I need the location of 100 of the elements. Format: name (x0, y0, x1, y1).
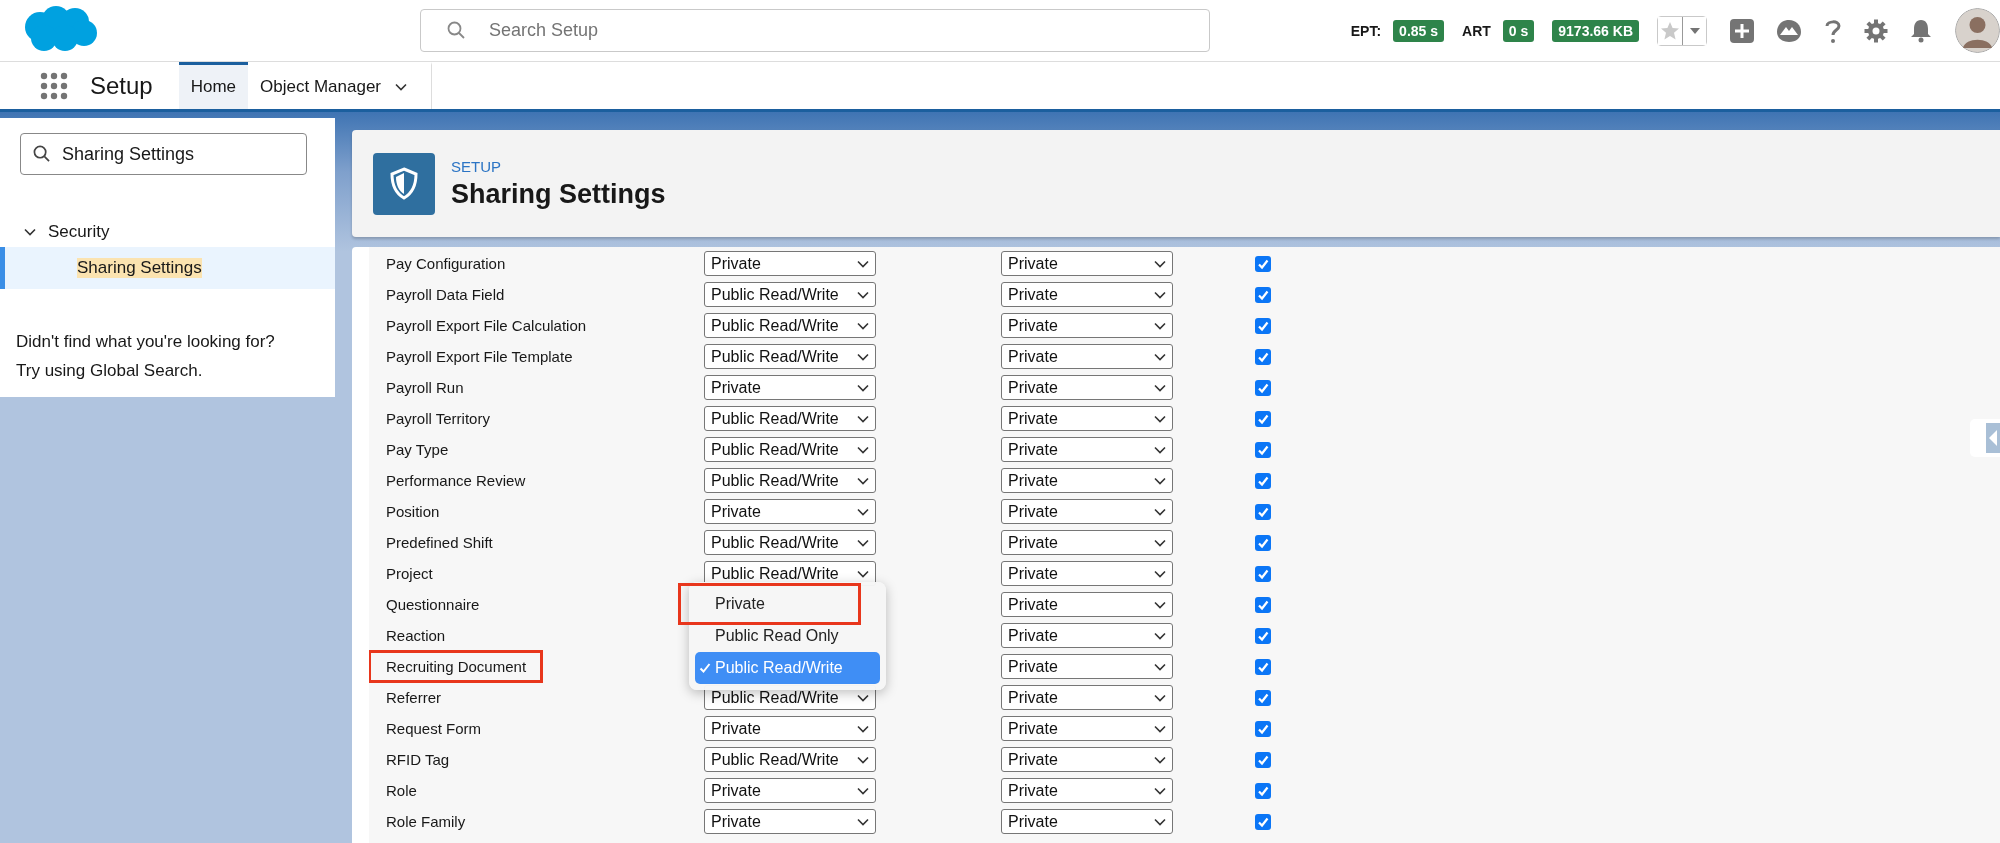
metric-value: 9173.66 KB (1552, 19, 1639, 42)
picklist[interactable]: Private (1001, 716, 1173, 741)
picklist[interactable]: Private (1001, 375, 1173, 400)
picklist[interactable]: Public Read/Write (704, 406, 876, 431)
search-field[interactable]: Search Setup (420, 9, 1210, 52)
picklist[interactable]: Private (1001, 406, 1173, 431)
add-icon[interactable] (1730, 18, 1754, 43)
menu-option[interactable]: Private (678, 583, 861, 625)
checkbox[interactable] (1255, 348, 1271, 365)
object-name: Reaction (385, 626, 447, 646)
quick-find-field[interactable]: Sharing Settings (20, 133, 307, 175)
picklist[interactable]: Private (1001, 778, 1173, 803)
picklist[interactable]: Private (704, 809, 876, 834)
chevron-icon (857, 352, 869, 361)
picklist[interactable]: Private (1001, 747, 1173, 772)
checkbox[interactable] (1255, 317, 1271, 334)
checkbox[interactable] (1255, 286, 1271, 303)
object-name: Payroll Data Field (385, 285, 506, 305)
breadcrumb: SETUP (451, 157, 502, 175)
avatar[interactable] (1955, 8, 2000, 53)
chevron-icon (857, 259, 869, 268)
chevron-icon (24, 228, 36, 236)
app-launcher-icon[interactable] (40, 71, 68, 100)
checkbox[interactable] (1255, 503, 1271, 520)
checkbox[interactable] (1255, 565, 1271, 582)
chevron-icon (857, 786, 869, 795)
chevron-icon (1154, 662, 1166, 671)
checkbox[interactable] (1255, 472, 1271, 489)
chevron-icon (857, 445, 869, 454)
object-name: Payroll Run (385, 378, 465, 398)
checkbox[interactable] (1255, 689, 1271, 706)
chevron-icon (857, 476, 869, 485)
checkbox[interactable] (1255, 255, 1271, 272)
tree-item[interactable]: Sharing Settings (0, 247, 335, 289)
checkbox[interactable] (1255, 720, 1271, 737)
picklist[interactable]: Private (1001, 809, 1173, 834)
collapse-handle[interactable] (1970, 419, 2000, 457)
picklist[interactable]: Private (1001, 592, 1173, 617)
object-name: Predefined Shift (385, 533, 494, 553)
picklist[interactable]: Public Read/Write (704, 313, 876, 338)
picklist[interactable]: Private (704, 716, 876, 741)
picklist[interactable]: Private (1001, 313, 1173, 338)
mountain-icon[interactable] (1776, 18, 1802, 43)
object-name: RFID Tag (385, 750, 451, 770)
picklist[interactable]: Private (1001, 685, 1173, 710)
nav-tab[interactable]: Object Manager (248, 62, 433, 109)
metric-value: 0 s (1502, 19, 1535, 42)
settings-icon[interactable] (1864, 18, 1888, 43)
picklist[interactable]: Private (1001, 344, 1173, 369)
caret-icon[interactable] (1682, 16, 1706, 45)
checkbox[interactable] (1255, 627, 1271, 644)
picklist[interactable]: Public Read/Write (704, 282, 876, 307)
chevron-icon (857, 321, 869, 330)
picklist[interactable]: Public Read/Write (704, 344, 876, 369)
checkbox[interactable] (1255, 596, 1271, 613)
picklist[interactable]: Private (704, 375, 876, 400)
nav-tab[interactable]: Home (178, 62, 249, 109)
checkbox[interactable] (1255, 813, 1271, 830)
chevron-icon (857, 569, 869, 578)
picklist[interactable]: Private (1001, 654, 1173, 679)
picklist[interactable]: Private (1001, 468, 1173, 493)
picklist[interactable]: Private (1001, 251, 1173, 276)
picklist[interactable]: Private (1001, 282, 1173, 307)
chevron-icon (395, 83, 408, 91)
picklist[interactable]: Private (1001, 561, 1173, 586)
picklist[interactable]: Private (1001, 437, 1173, 462)
help-icon[interactable] (1824, 17, 1842, 44)
object-name: Performance Review (385, 471, 527, 491)
chevron-icon (857, 414, 869, 423)
tree-item[interactable]: Security (24, 217, 110, 247)
checkbox[interactable] (1255, 379, 1271, 396)
picklist[interactable]: Private (1001, 623, 1173, 648)
picklist[interactable]: Public Read/Write (704, 437, 876, 462)
picklist[interactable]: Private (704, 778, 876, 803)
checkbox[interactable] (1255, 751, 1271, 768)
checkbox[interactable] (1255, 441, 1271, 458)
checkbox[interactable] (1255, 782, 1271, 799)
object-name: Questionnaire (385, 595, 481, 615)
chevron-icon (1154, 724, 1166, 733)
picklist[interactable]: Private (1001, 499, 1173, 524)
bell-icon[interactable] (1910, 18, 1932, 43)
object-name: Pay Type (385, 440, 450, 460)
picklist[interactable]: Public Read/Write (704, 530, 876, 555)
chevron-icon (1154, 414, 1166, 423)
picklist[interactable]: Private (704, 499, 876, 524)
search-icon (447, 21, 465, 39)
checkbox[interactable] (1255, 658, 1271, 675)
chevron-icon (1154, 445, 1166, 454)
picklist[interactable]: Private (704, 251, 876, 276)
search-icon (33, 145, 50, 162)
chevron-icon (857, 817, 869, 826)
picklist[interactable]: Public Read/Write (704, 747, 876, 772)
checkbox[interactable] (1255, 410, 1271, 427)
picklist[interactable]: Public Read/Write (704, 468, 876, 493)
metric-label: EPT: (1350, 22, 1382, 39)
chevron-icon (857, 755, 869, 764)
picklist[interactable]: Private (1001, 530, 1173, 555)
object-name: Recruiting Document (369, 650, 544, 683)
checkbox[interactable] (1255, 534, 1271, 551)
chevron-icon (1154, 817, 1166, 826)
